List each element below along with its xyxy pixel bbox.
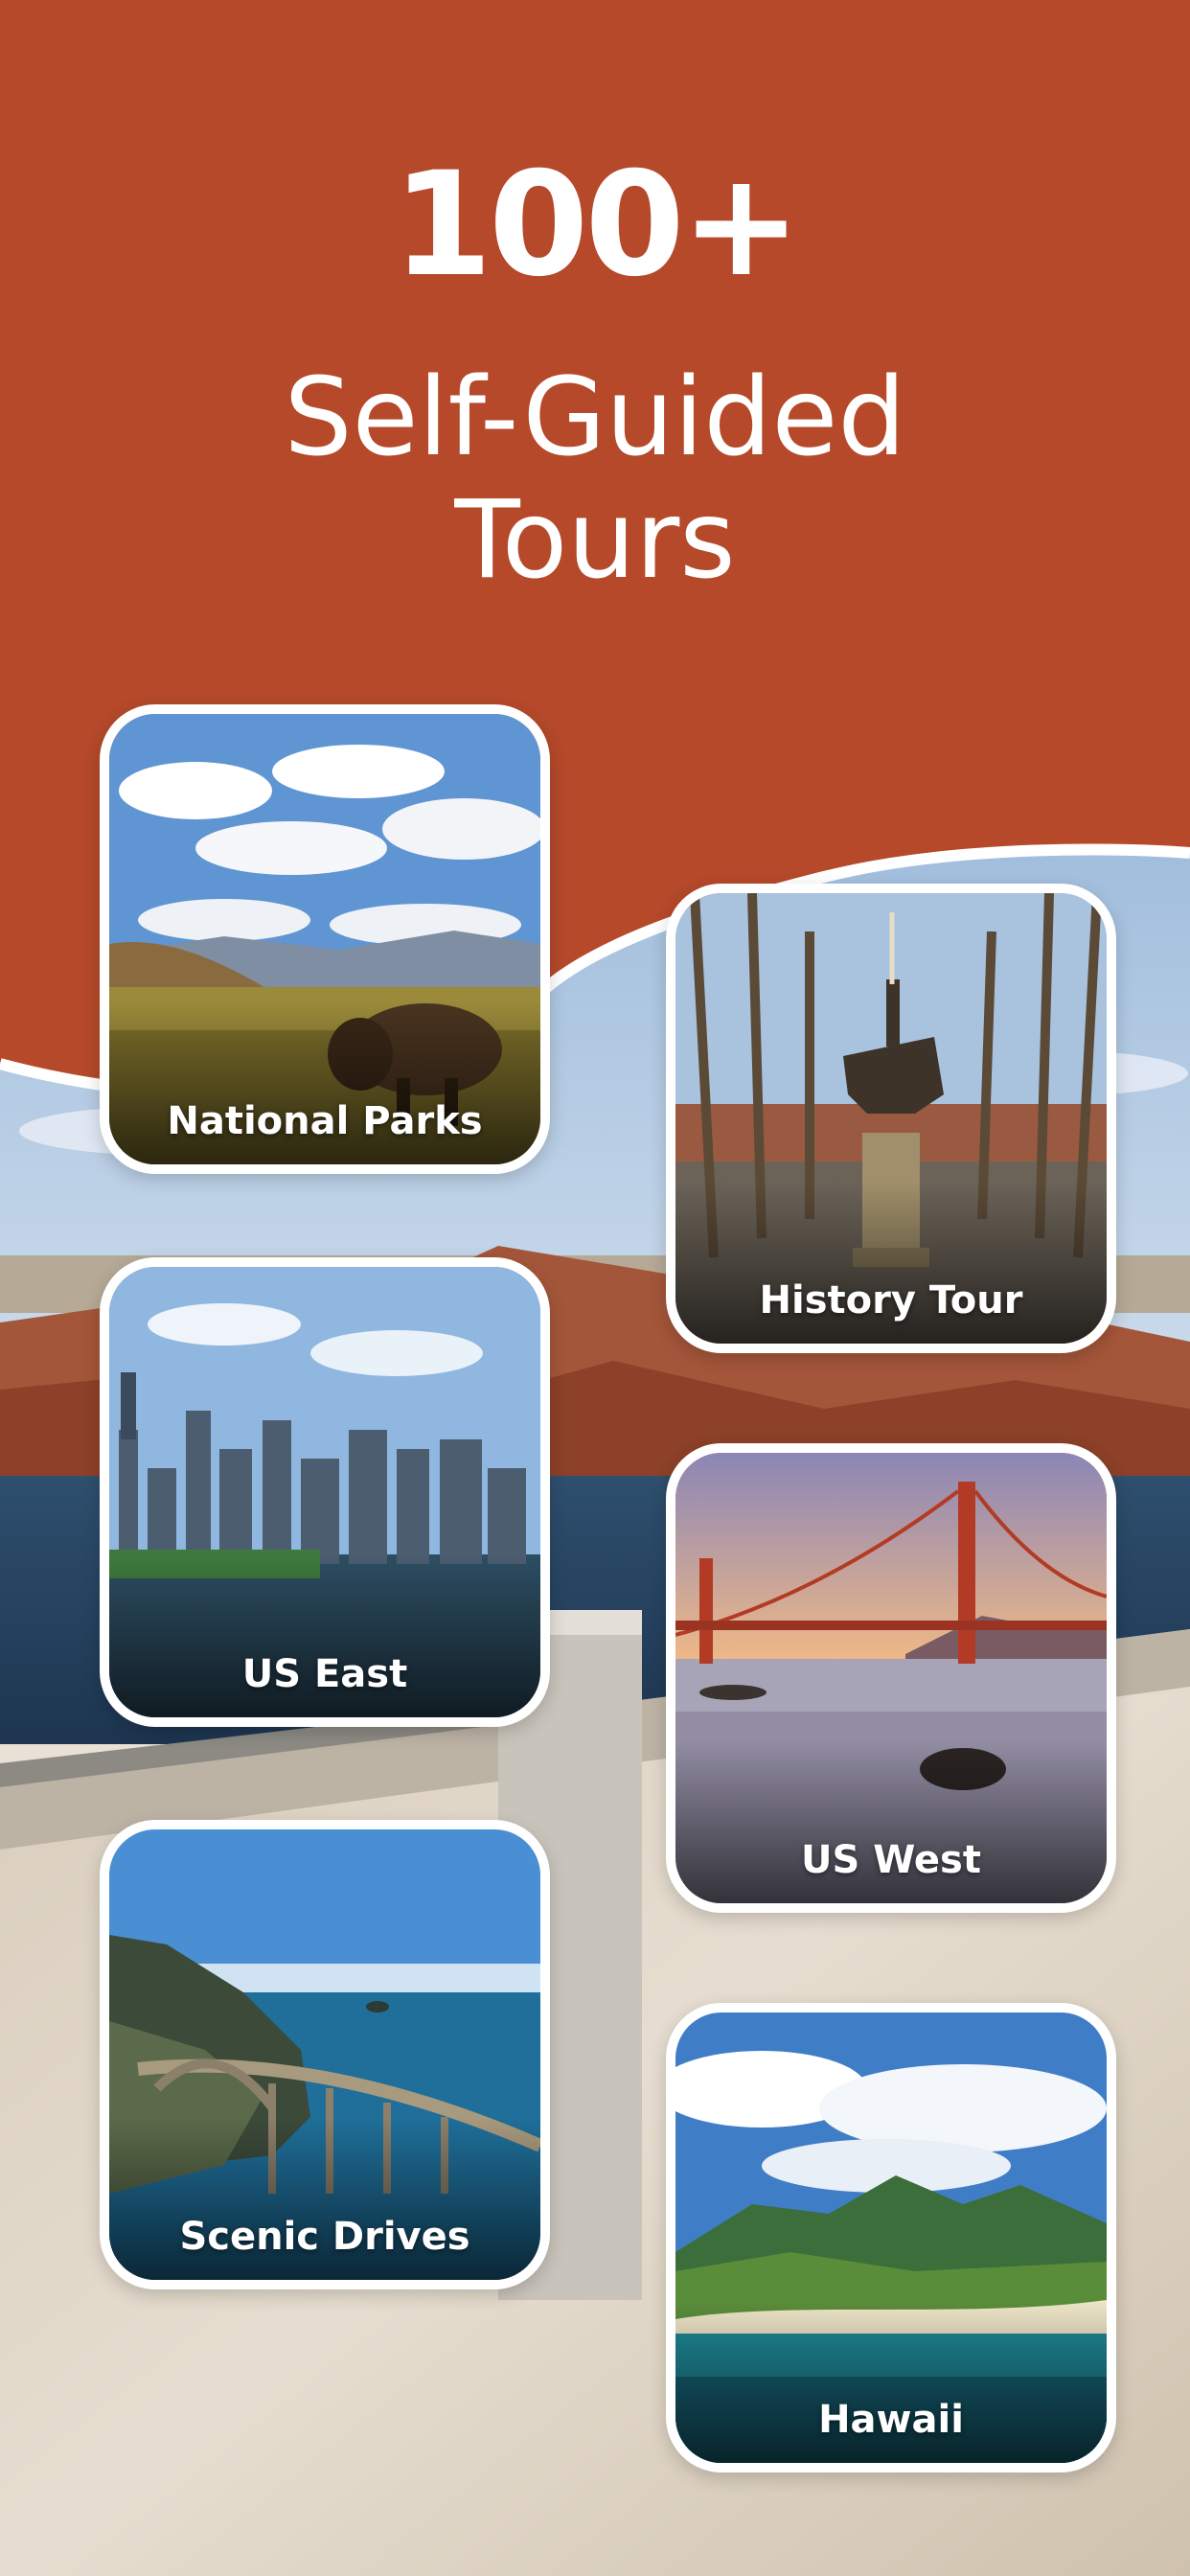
title-line-2: Tours (454, 478, 736, 603)
card-us-west[interactable]: US West (666, 1443, 1116, 1913)
page-title: Self-Guided Tours (0, 356, 1190, 602)
card-label: US West (801, 1838, 981, 1882)
card-us-east[interactable]: US East (100, 1257, 550, 1727)
card-label: Scenic Drives (179, 2215, 470, 2259)
card-label: National Parks (167, 1099, 483, 1143)
card-label: Hawaii (818, 2398, 964, 2442)
card-scenic-drives[interactable]: Scenic Drives (100, 1820, 550, 2289)
title-line-1: Self-Guided (284, 356, 906, 480)
card-label: History Tour (759, 1278, 1023, 1322)
tour-count: 100+ (392, 142, 802, 309)
card-national-parks[interactable]: National Parks (100, 704, 550, 1174)
card-label: US East (241, 1652, 408, 1696)
card-hawaii[interactable]: Hawaii (666, 2003, 1116, 2472)
card-history-tour[interactable]: History Tour (666, 884, 1116, 1353)
